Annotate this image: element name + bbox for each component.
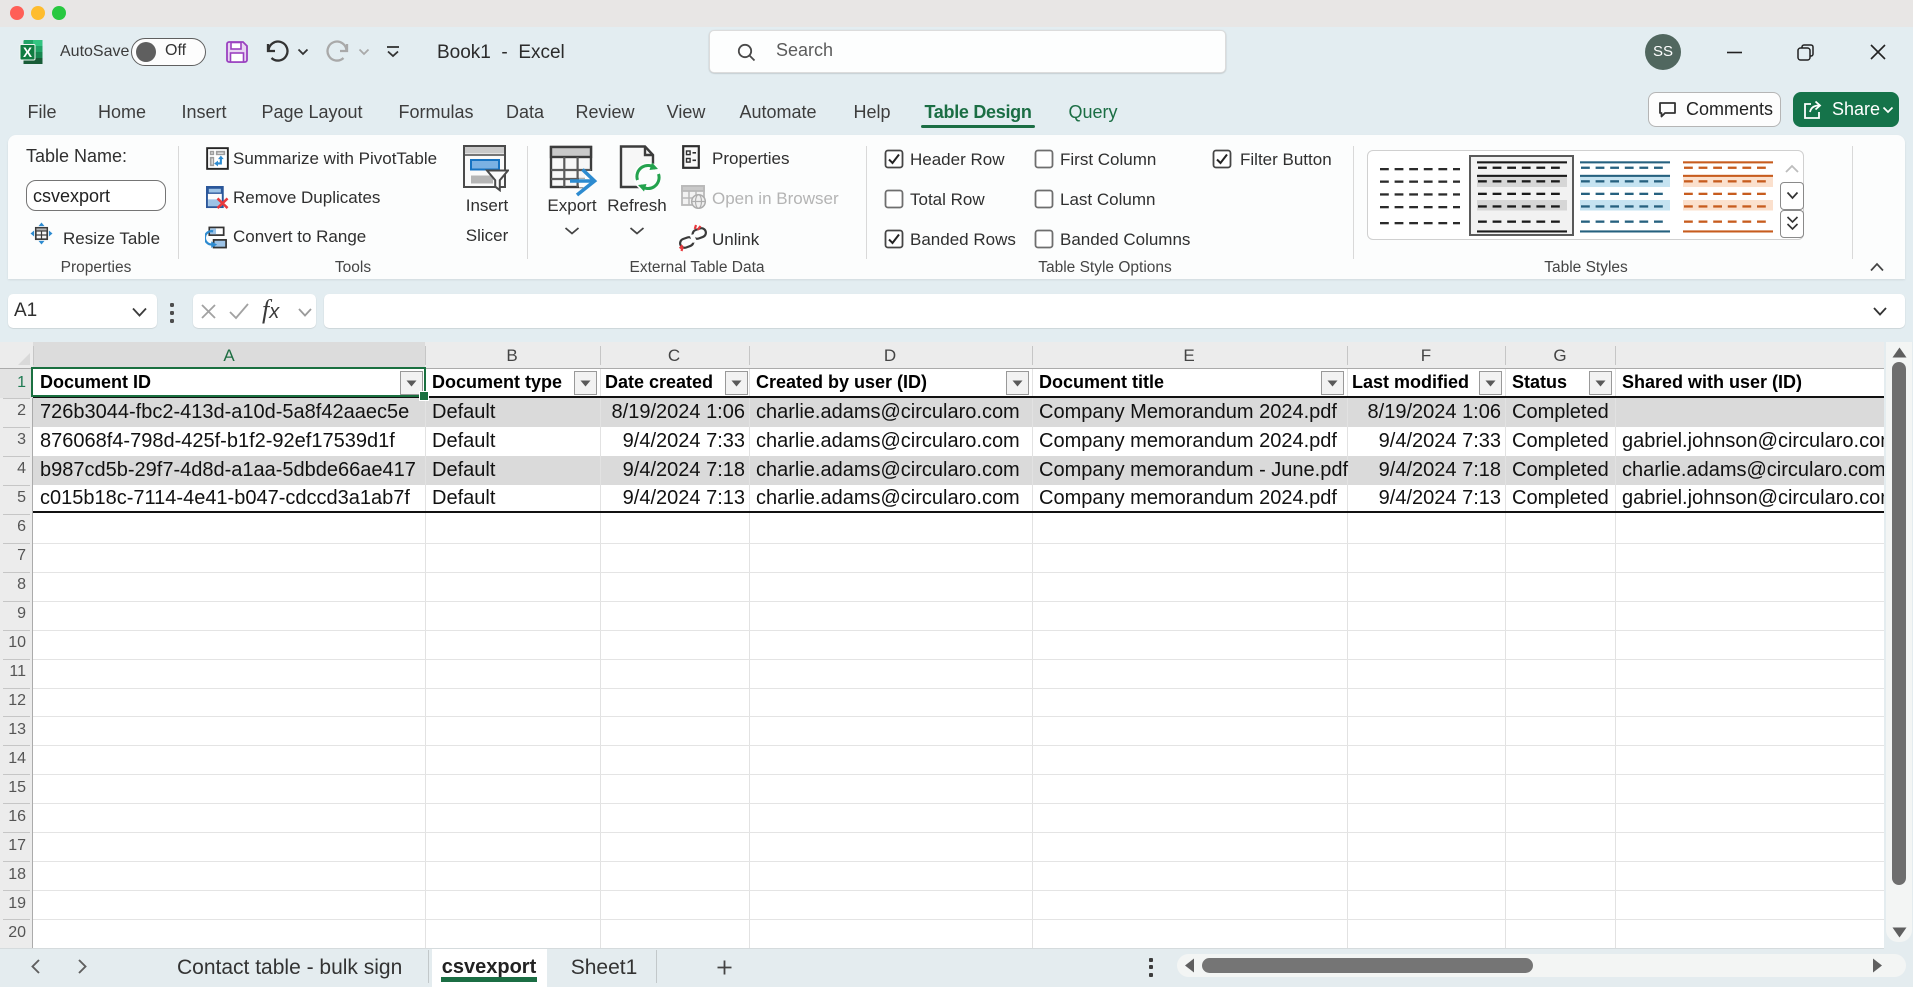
svg-text:X: X [23, 45, 32, 60]
